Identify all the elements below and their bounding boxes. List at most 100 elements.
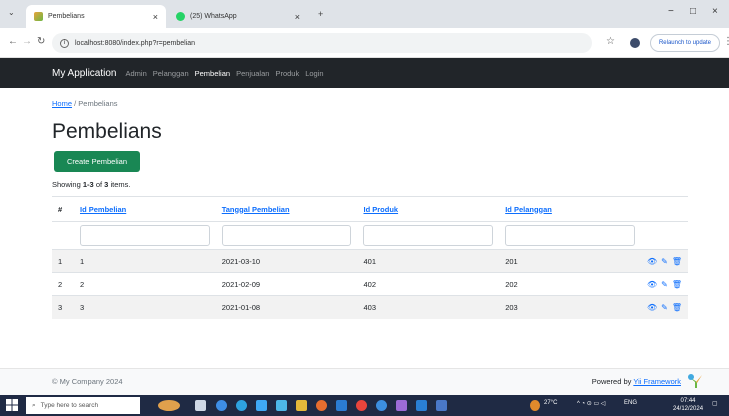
grid-summary: Showing 1-3 of 3 items. — [52, 180, 130, 189]
view-eye-icon[interactable]: 👁 — [647, 257, 657, 266]
brand-link[interactable]: My Application — [52, 68, 116, 79]
update-pencil-icon[interactable]: ✎ — [661, 280, 668, 289]
app-icon[interactable] — [396, 400, 407, 411]
chrome-icon[interactable] — [356, 400, 367, 411]
url-field[interactable]: i localhost:8080/index.php?r=pembelian — [52, 33, 592, 53]
tab-pembelians[interactable]: Pembelians × — [26, 5, 166, 28]
delete-trash-icon[interactable]: 🗑 — [672, 257, 682, 266]
site-info-icon[interactable]: i — [60, 38, 69, 48]
cell-id-pelanggan: 202 — [499, 272, 641, 296]
close-tab-icon[interactable]: × — [295, 12, 300, 22]
close-window-icon[interactable]: × — [712, 6, 718, 17]
filter-tanggal-pembelian-input[interactable] — [221, 225, 352, 246]
copyright-text: © My Company 2024 — [52, 377, 123, 386]
browser-icon[interactable] — [376, 400, 387, 411]
delete-trash-icon[interactable]: 🗑 — [672, 280, 682, 289]
create-pembelian-button[interactable]: Create Pembelian — [54, 151, 140, 172]
view-eye-icon[interactable]: 👁 — [647, 303, 657, 312]
nav-pelanggan[interactable]: Pelanggan — [153, 69, 189, 78]
nav-produk[interactable]: Produk — [275, 69, 299, 78]
firefox-icon[interactable] — [316, 400, 327, 411]
filter-row — [52, 221, 688, 250]
page-footer: © My Company 2024 Powered by Yii Framewo… — [0, 368, 729, 395]
summary-range: 1-3 — [82, 180, 94, 189]
close-tab-icon[interactable]: × — [153, 12, 158, 22]
cell-tanggal-pembelian: 2021-03-10 — [215, 249, 358, 273]
maximize-icon[interactable]: □ — [690, 6, 696, 17]
nav-penjualan[interactable]: Penjualan — [236, 69, 269, 78]
filter-cell — [357, 221, 500, 250]
vscode-icon[interactable] — [416, 400, 427, 411]
update-pencil-icon[interactable]: ✎ — [661, 257, 668, 266]
browser-menu-icon[interactable]: ⋮ — [723, 36, 729, 47]
new-tab-button[interactable]: + — [318, 9, 323, 19]
nav-admin[interactable]: Admin — [125, 69, 146, 78]
filter-id-pelanggan-input[interactable] — [505, 225, 635, 246]
yii-framework-link[interactable]: Yii Framework — [633, 377, 681, 386]
relaunch-button[interactable]: Relaunch to update — [650, 34, 720, 52]
profile-avatar-icon[interactable] — [630, 38, 640, 48]
filter-cell — [215, 221, 358, 250]
breadcrumb-current: Pembelians — [78, 99, 118, 108]
taskbar-widget-icon[interactable] — [158, 400, 180, 411]
windows-start-icon[interactable] — [6, 399, 18, 411]
whatsapp-favicon-icon — [176, 12, 185, 21]
tab-whatsapp[interactable]: (25) WhatsApp × — [168, 5, 308, 28]
word-icon[interactable] — [336, 400, 347, 411]
task-view-icon[interactable] — [195, 400, 206, 411]
view-eye-icon[interactable]: 👁 — [647, 280, 657, 289]
clock[interactable]: 07:44 24/12/2024 — [673, 397, 703, 413]
store-icon[interactable] — [256, 400, 267, 411]
taskbar-search-input[interactable]: ⌕ Type here to search — [26, 397, 140, 414]
nav-login[interactable]: Login — [305, 69, 323, 78]
back-icon[interactable]: ← — [8, 36, 18, 47]
col-id-pembelian: Id Pembelian — [73, 196, 216, 222]
sort-id-pelanggan[interactable]: Id Pelanggan — [505, 205, 552, 214]
search-icon: ⌕ — [32, 401, 36, 409]
reload-icon[interactable]: ↻ — [37, 36, 45, 47]
weather-icon[interactable] — [530, 400, 540, 411]
summary-suffix: items. — [110, 180, 131, 189]
system-tray-icons[interactable]: ^ ◔ ⊙ ▭ ◁ — [577, 400, 605, 407]
filter-id-produk-input[interactable] — [363, 225, 494, 246]
breadcrumb-home-link[interactable]: Home — [52, 99, 72, 108]
summary-total: 3 — [104, 180, 109, 189]
notification-icon[interactable]: ▢ — [712, 400, 718, 407]
windows-taskbar: ⌕ Type here to search 27°C ^ ◔ ⊙ ▭ ◁ ENG… — [0, 395, 729, 416]
filter-cell — [499, 221, 641, 250]
chrome-alt-icon[interactable] — [236, 400, 247, 411]
nav-pembelian[interactable]: Pembelian — [195, 69, 230, 78]
cell-id-produk: 403 — [357, 295, 500, 319]
cell-id-pelanggan: 203 — [499, 295, 641, 319]
update-pencil-icon[interactable]: ✎ — [661, 303, 668, 312]
filter-id-pembelian-input[interactable] — [79, 225, 210, 246]
terminal-icon[interactable] — [436, 400, 447, 411]
minimize-icon[interactable]: − — [668, 6, 674, 17]
table-row: 3 3 2021-01-08 403 203 👁 ✎ 🗑 — [52, 295, 688, 319]
language-indicator[interactable]: ENG — [624, 400, 637, 406]
table-row: 2 2 2021-02-09 402 202 👁 ✎ 🗑 — [52, 272, 688, 296]
tab-list-chevron-icon[interactable]: ⌄ — [8, 8, 15, 17]
file-explorer-icon[interactable] — [276, 400, 287, 411]
folder-icon[interactable] — [296, 400, 307, 411]
col-serial: # — [52, 196, 74, 222]
edge-icon[interactable] — [216, 400, 227, 411]
sort-id-pembelian[interactable]: Id Pembelian — [80, 205, 126, 214]
delete-trash-icon[interactable]: 🗑 — [672, 303, 682, 312]
col-actions — [640, 196, 688, 222]
summary-prefix: Showing — [52, 180, 81, 189]
weather-temp[interactable]: 27°C — [544, 400, 557, 406]
forward-icon[interactable]: → — [22, 36, 32, 47]
cell-actions: 👁 ✎ 🗑 — [640, 249, 688, 273]
bookmark-star-icon[interactable]: ☆ — [606, 36, 615, 47]
summary-of: of — [95, 180, 103, 189]
table-row: 1 1 2021-03-10 401 201 👁 ✎ 🗑 — [52, 249, 688, 273]
filter-cell-empty — [52, 221, 74, 250]
powered-prefix: Powered by — [591, 377, 632, 386]
sort-tanggal-pembelian[interactable]: Tanggal Pembelian — [222, 205, 290, 214]
cell-id-pelanggan: 201 — [499, 249, 641, 273]
col-id-produk: Id Produk — [357, 196, 500, 222]
sort-id-produk[interactable]: Id Produk — [363, 205, 398, 214]
cell-id-pembelian: 1 — [73, 249, 216, 273]
yii-logo-icon — [688, 374, 702, 388]
